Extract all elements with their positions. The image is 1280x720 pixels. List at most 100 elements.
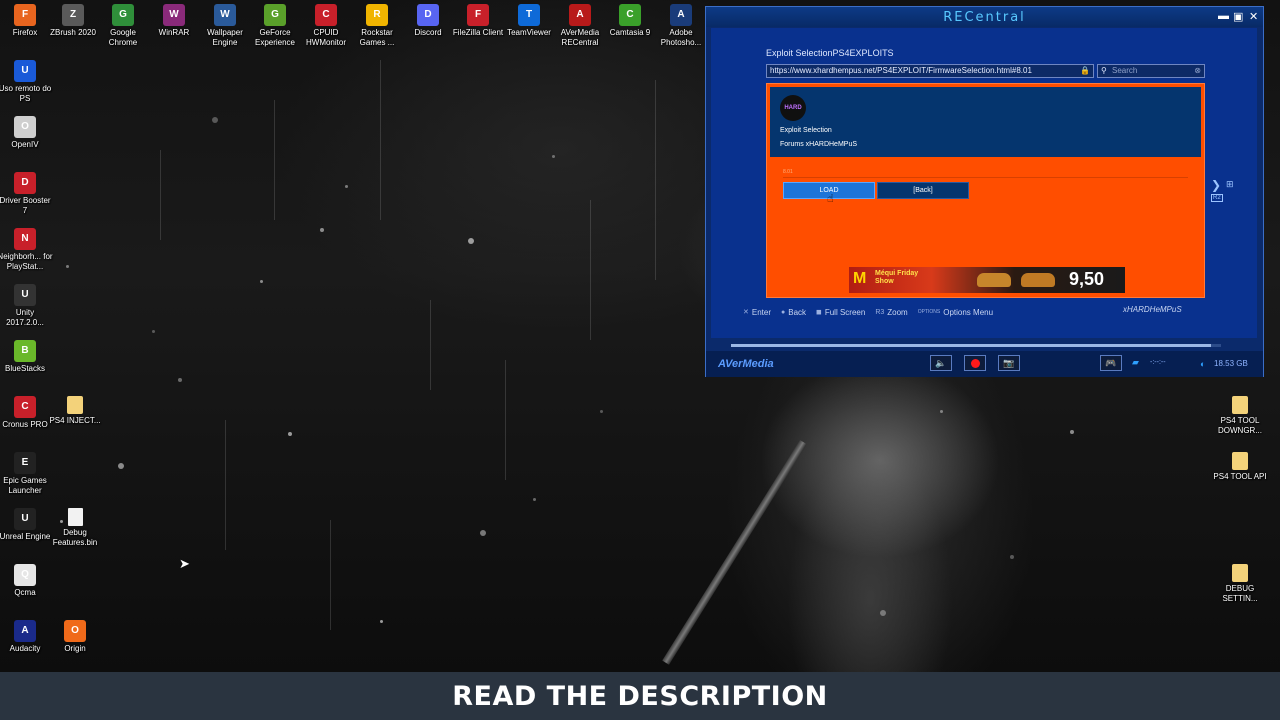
maximize-button[interactable]: ▣ — [1233, 10, 1243, 23]
desktop-icon-cronus[interactable]: C Cronus PRO — [0, 396, 53, 430]
ps-hint-zoom: R3 Zoom — [875, 308, 907, 317]
search-icon: ⚲ — [1101, 66, 1107, 75]
hand-cursor-icon: ☝ — [827, 193, 834, 205]
stream-icon[interactable]: ▰ — [1132, 357, 1139, 368]
wallpaper-rain-streak — [160, 150, 161, 240]
desktop-icon-label: CPUID HWMonitor — [305, 28, 346, 47]
desktop-icon-wallpaper-engine[interactable]: W Wallpaper Engine — [197, 4, 253, 48]
wallpaper-rain-streak — [590, 200, 591, 340]
desktop-icon-unreal[interactable]: U Unreal Engine — [0, 508, 53, 542]
desktop-icon-folder[interactable]: PS4 TOOL DOWNGR... — [1212, 396, 1268, 436]
desktop-icon-photoshop[interactable]: A Adobe Photosho... — [653, 4, 709, 48]
bluestacks-icon: B — [14, 340, 36, 362]
desktop-icon-label: Google Chrome — [108, 28, 138, 47]
desktop-icon-remote-play[interactable]: U Uso remoto do PS — [0, 60, 53, 104]
desktop-icon-driver-booster[interactable]: D Driver Booster 7 — [0, 172, 53, 216]
folder-icon — [1232, 396, 1248, 414]
desktop-icon-discord[interactable]: D Discord — [400, 4, 456, 38]
minimize-button[interactable]: ▬ — [1218, 10, 1229, 22]
chrome-icon: G — [112, 4, 134, 26]
desktop-icon-label: Wallpaper Engine — [207, 28, 243, 47]
desktop-icon-folder[interactable]: PS4 INJECT... — [47, 396, 103, 426]
page-subtitle[interactable]: Forums xHARDHeMPuS — [780, 141, 857, 148]
close-button[interactable]: ✕ — [1249, 10, 1258, 23]
wallpaper-particle — [288, 432, 292, 436]
snapshot-button[interactable]: 📷 — [998, 355, 1020, 371]
desktop-icon-neighborhood[interactable]: N Neighborh... for PlayStat... — [0, 228, 53, 272]
desktop-icon-origin[interactable]: O Origin — [47, 620, 103, 654]
desktop-icon-teamviewer[interactable]: T TeamViewer — [501, 4, 557, 38]
winrar-icon: W — [163, 4, 185, 26]
window-titlebar[interactable]: RECentral ▬ ▣ ✕ — [706, 7, 1263, 27]
desktop-icon-label: DEBUG SETTIN... — [1222, 584, 1258, 603]
desktop-icon-folder[interactable]: DEBUG SETTIN... — [1212, 564, 1268, 604]
gamepad-button[interactable]: 🎮 — [1100, 355, 1122, 371]
desktop-icon-chrome[interactable]: G Google Chrome — [95, 4, 151, 48]
ps-hint-label: Zoom — [887, 307, 908, 317]
recentral-window[interactable]: RECentral ▬ ▣ ✕ Exploit SelectionPS4EXPL… — [705, 6, 1264, 377]
wallpaper-particle — [260, 280, 263, 283]
desktop-icon-file[interactable]: Debug Features.bin — [47, 508, 103, 548]
add-tab-icon[interactable]: ⊞ — [1226, 179, 1234, 190]
desktop-icon-openiv[interactable]: O OpenIV — [0, 116, 53, 150]
epic-games-icon: E — [14, 452, 36, 474]
capture-progress-bar[interactable] — [731, 344, 1221, 347]
ad-banner[interactable]: M Méqui Friday Show 9,50 — [849, 267, 1125, 293]
desktop-icon-epic-games[interactable]: E Epic Games Launcher — [0, 452, 53, 496]
desktop-icon-audacity[interactable]: A Audacity — [0, 620, 53, 654]
desktop-icon-filezilla[interactable]: F FileZilla Client — [450, 4, 506, 38]
storage-icon: ◐ — [1200, 359, 1206, 369]
mute-button[interactable]: 🔈 — [930, 355, 952, 371]
window-title: RECentral — [943, 10, 1026, 25]
desktop-icon-unity[interactable]: U Unity 2017.2.0... — [0, 284, 53, 328]
desktop-icon-geforce[interactable]: G GeForce Experience — [247, 4, 303, 48]
desktop-icon-qcma[interactable]: Q Qcma — [0, 564, 53, 598]
wallpaper-particle — [118, 463, 124, 469]
caption-text: READ THE DESCRIPTION — [452, 680, 828, 712]
desktop-icon-zbrush[interactable]: Z ZBrush 2020 — [45, 4, 101, 38]
stream-status-icon: -:--:-- — [1150, 359, 1166, 366]
ps-username: xHARDHeMPuS — [1123, 305, 1182, 314]
page-header: HARD Exploit Selection Forums xHARDHeMPu… — [770, 87, 1201, 157]
ps-hint-full-screen: ◼ Full Screen — [816, 308, 865, 317]
wallpaper-particle — [480, 530, 486, 536]
desktop-icon-label: WinRAR — [158, 28, 190, 37]
search-input[interactable]: ⚲ Search ⊗ — [1097, 64, 1205, 78]
cronus-icon: C — [14, 396, 36, 418]
desktop-icon-label: Driver Booster 7 — [0, 196, 51, 215]
ps-hint-label: Full Screen — [824, 307, 866, 317]
wallpaper-rain-streak — [655, 80, 656, 280]
desktop-icon-rockstar[interactable]: R Rockstar Games ... — [349, 4, 405, 48]
record-icon — [970, 358, 980, 368]
desktop-icon-bluestacks[interactable]: B BlueStacks — [0, 340, 53, 374]
ps-hint-options-menu: OPTIONS Options Menu — [918, 308, 993, 317]
back-button[interactable]: [Back] — [877, 182, 969, 199]
record-button[interactable] — [964, 355, 986, 371]
site-logo[interactable]: HARD — [780, 95, 806, 121]
desktop-icon-avermedia[interactable]: A AVerMedia RECentral — [552, 4, 608, 48]
url-bar[interactable]: https://www.xhardhempus.net/PS4EXPLOIT/F… — [766, 64, 1094, 78]
wallpaper-particle — [600, 410, 603, 413]
desktop-icon-label: BlueStacks — [4, 364, 46, 373]
desktop-icon-label: Neighborh... for PlayStat... — [0, 252, 53, 271]
desktop-icon-winrar[interactable]: W WinRAR — [146, 4, 202, 38]
desktop-icon-folder[interactable]: PS4 TOOL API — [1212, 452, 1268, 482]
qcma-icon: Q — [14, 564, 36, 586]
wallpaper-particle — [320, 228, 324, 232]
avermedia-icon: A — [569, 4, 591, 26]
desktop-icon-label: AVerMedia RECentral — [560, 28, 600, 47]
clear-icon[interactable]: ⊗ — [1194, 65, 1201, 77]
file-icon — [67, 508, 83, 526]
chevron-right-icon[interactable]: ❯ — [1211, 178, 1221, 192]
desktop-icon-label: Rockstar Games ... — [359, 28, 395, 47]
desktop-icon-camtasia[interactable]: C Camtasia 9 — [602, 4, 658, 38]
mouse-cursor-icon: ➤ — [179, 556, 190, 571]
origin-icon: O — [64, 620, 86, 642]
desktop-icon-label: Epic Games Launcher — [3, 476, 47, 495]
discord-icon: D — [417, 4, 439, 26]
desktop-icon-hwmonitor[interactable]: C CPUID HWMonitor — [298, 4, 354, 48]
r2-button-icon: R2 — [1211, 194, 1223, 202]
filezilla-icon: F — [467, 4, 489, 26]
hwmonitor-icon: C — [315, 4, 337, 26]
capture-preview[interactable]: Exploit SelectionPS4EXPLOITS https://www… — [711, 28, 1257, 338]
